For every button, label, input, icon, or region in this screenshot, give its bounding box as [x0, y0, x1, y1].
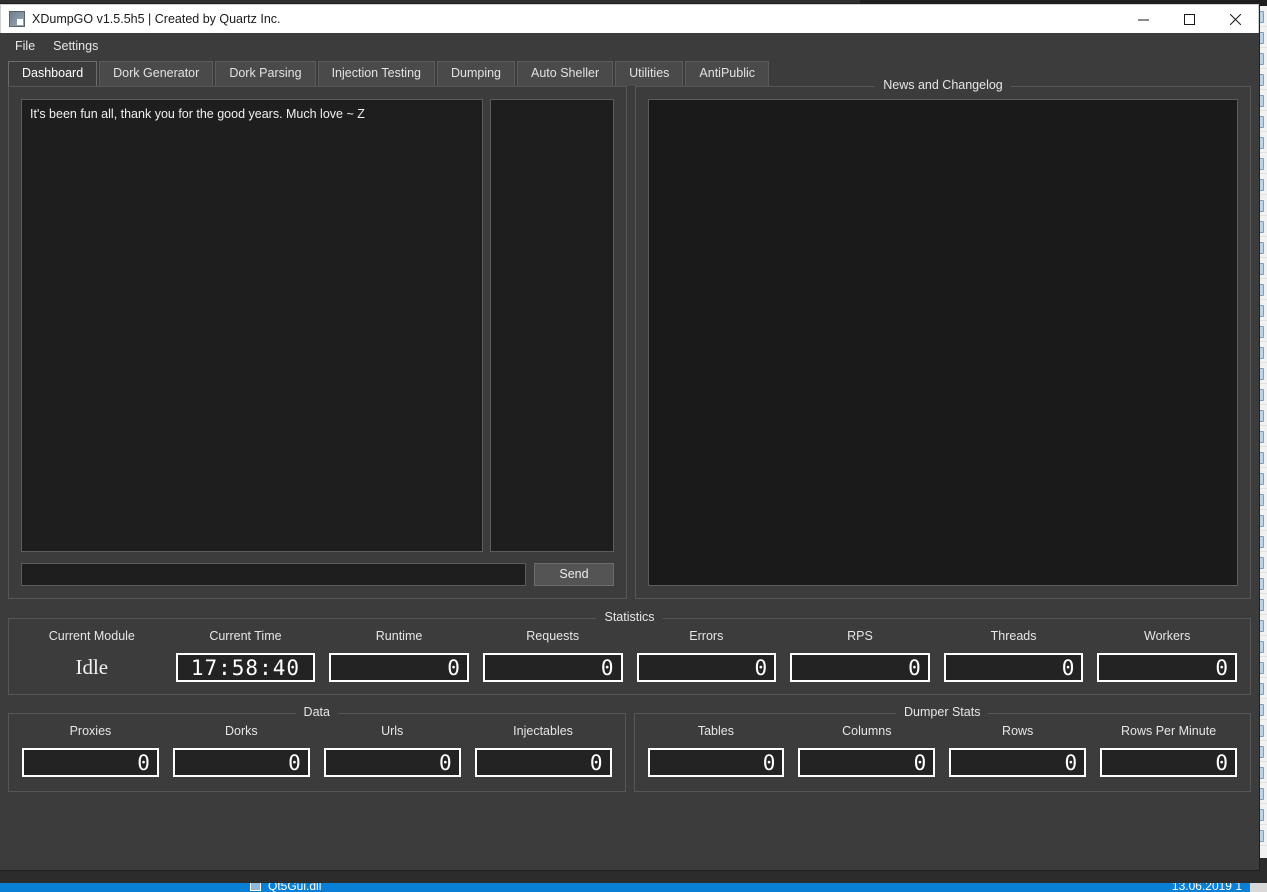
injectables-display: 0 — [474, 748, 612, 777]
stat-errors: Errors 0 — [630, 629, 784, 682]
requests-display: 0 — [482, 653, 623, 682]
statistics-row: Current Module Idle Current Time 17:58:4… — [15, 629, 1244, 682]
dumper-tables: Tables 0 — [641, 724, 792, 777]
tab-dork-generator[interactable]: Dork Generator — [99, 61, 214, 86]
stat-threads: Threads 0 — [937, 629, 1091, 682]
menu-item-file[interactable]: File — [6, 36, 44, 56]
stat-label: RPS — [847, 629, 873, 643]
stat-runtime: Runtime 0 — [322, 629, 476, 682]
data-proxies: Proxies 0 — [15, 724, 166, 777]
stat-label: Urls — [381, 724, 404, 738]
data-injectables: Injectables 0 — [468, 724, 619, 777]
stat-rps: RPS 0 — [783, 629, 937, 682]
stat-label: Current Time — [209, 629, 282, 643]
lower-panels-row: Data Proxies 0 Dorks 0 Urls 0 Injectable… — [8, 705, 1251, 792]
dumper-stats-panel-title: Dumper Stats — [635, 705, 1251, 719]
title-bar[interactable]: XDumpGO v1.5.5h5 | Created by Quartz Inc… — [0, 4, 1259, 33]
tab-injection-testing[interactable]: Injection Testing — [317, 61, 435, 86]
stat-current-module: Current Module Idle — [15, 629, 169, 682]
stat-label: Dorks — [224, 724, 258, 738]
chat-panel: It's been fun all, thank you for the goo… — [8, 86, 627, 599]
columns-display: 0 — [798, 748, 936, 777]
chat-input[interactable] — [21, 562, 526, 586]
news-panel: News and Changelog — [635, 78, 1251, 599]
errors-display: 0 — [636, 653, 777, 682]
runtime-display: 0 — [329, 653, 469, 682]
statistics-panel-title: Statistics — [9, 610, 1250, 624]
chat-log[interactable]: It's been fun all, thank you for the goo… — [21, 99, 483, 552]
tab-dashboard[interactable]: Dashboard — [8, 61, 98, 86]
data-panel-title: Data — [9, 705, 625, 719]
stat-label: Tables — [697, 724, 734, 738]
dashboard-page: It's been fun all, thank you for the goo… — [0, 78, 1259, 870]
window-controls — [1120, 5, 1258, 33]
menu-bar: File Settings — [0, 33, 1259, 59]
close-icon[interactable] — [1212, 5, 1258, 33]
menu-item-settings[interactable]: Settings — [44, 36, 107, 56]
tables-display: 0 — [647, 748, 785, 777]
chat-user-list[interactable] — [490, 99, 614, 552]
proxies-display: 0 — [22, 748, 159, 777]
background-file-name: Qt5Gui.dll — [268, 883, 322, 892]
dumper-rows-per-minute: Rows Per Minute 0 — [1093, 724, 1244, 777]
application-window: XDumpGO v1.5.5h5 | Created by Quartz Inc… — [0, 4, 1259, 870]
stat-label: Rows — [1002, 724, 1034, 738]
tab-utilities[interactable]: Utilities — [615, 61, 684, 86]
dumper-rows: Rows 0 — [942, 724, 1093, 777]
stat-label: Runtime — [375, 629, 423, 643]
background-file-date: 13.06.2019 1 — [1171, 883, 1242, 892]
data-dorks: Dorks 0 — [166, 724, 317, 777]
stat-value-slot: Idle — [75, 653, 108, 682]
stat-label: Injectables — [513, 724, 573, 738]
background-corner-grip — [1250, 883, 1267, 892]
chat-input-row: Send — [21, 562, 614, 586]
news-content-view[interactable] — [648, 99, 1238, 586]
current-time-display: 17:58:40 — [175, 653, 316, 682]
stat-label: Requests — [526, 629, 580, 643]
stat-label: Rows Per Minute — [1120, 724, 1217, 738]
stat-current-time: Current Time 17:58:40 — [169, 629, 323, 682]
tab-antipublic[interactable]: AntiPublic — [685, 61, 770, 86]
dumper-columns: Columns 0 — [791, 724, 942, 777]
background-explorer-selected-row[interactable]: Qt5Gui.dll 13.06.2019 1 — [0, 883, 1250, 892]
stat-label: Columns — [842, 724, 892, 738]
stat-label: Current Module — [48, 629, 135, 643]
dorks-display: 0 — [172, 748, 310, 777]
stat-requests: Requests 0 — [476, 629, 630, 682]
tab-dork-parsing[interactable]: Dork Parsing — [215, 61, 316, 86]
tab-dumping[interactable]: Dumping — [436, 61, 516, 86]
send-button[interactable]: Send — [534, 562, 614, 586]
app-icon — [9, 11, 25, 27]
current-module-value: Idle — [75, 655, 109, 679]
chat-message: It's been fun all, thank you for the goo… — [30, 107, 365, 121]
stat-label: Errors — [689, 629, 724, 643]
rows-per-minute-display: 0 — [1100, 748, 1237, 777]
dumper-stats-panel: Dumper Stats Tables 0 Columns 0 Rows 0 R… — [633, 705, 1251, 792]
dumper-row: Tables 0 Columns 0 Rows 0 Rows Per Minut… — [641, 724, 1245, 777]
rows-display: 0 — [949, 748, 1087, 777]
chat-top-area: It's been fun all, thank you for the goo… — [21, 99, 614, 552]
dashboard-top-row: It's been fun all, thank you for the goo… — [8, 78, 1251, 599]
data-panel: Data Proxies 0 Dorks 0 Urls 0 Injectable… — [8, 705, 626, 792]
dll-file-icon — [250, 883, 261, 891]
stat-label: Threads — [990, 629, 1037, 643]
stat-workers: Workers 0 — [1090, 629, 1244, 682]
window-title: XDumpGO v1.5.5h5 | Created by Quartz Inc… — [32, 12, 281, 26]
threads-display: 0 — [943, 653, 1084, 682]
stat-label: Proxies — [69, 724, 112, 738]
data-urls: Urls 0 — [317, 724, 468, 777]
tab-bar: Dashboard Dork Generator Dork Parsing In… — [0, 59, 1259, 86]
data-row: Proxies 0 Dorks 0 Urls 0 Injectables 0 — [15, 724, 619, 777]
rps-display: 0 — [790, 653, 930, 682]
statistics-panel: Statistics Current Module Idle Current T… — [8, 610, 1251, 695]
minimize-icon[interactable] — [1120, 5, 1166, 33]
maximize-icon[interactable] — [1166, 5, 1212, 33]
tab-auto-sheller[interactable]: Auto Sheller — [517, 61, 614, 86]
stat-label: Workers — [1144, 629, 1191, 643]
workers-display: 0 — [1097, 653, 1237, 682]
urls-display: 0 — [323, 748, 461, 777]
